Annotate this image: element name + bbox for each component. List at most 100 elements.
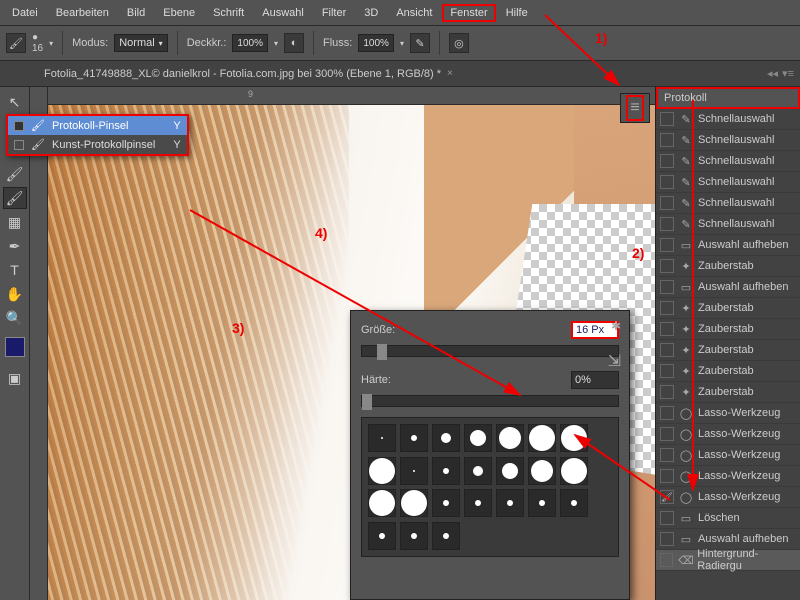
brush-preset[interactable] — [464, 489, 492, 517]
brush-preset[interactable] — [464, 457, 492, 485]
brush-preset[interactable] — [432, 457, 460, 485]
history-source-checkbox[interactable] — [660, 196, 674, 210]
history-source-checkbox[interactable] — [660, 112, 674, 126]
brush-preset[interactable] — [464, 424, 492, 452]
brush-preset[interactable] — [496, 489, 524, 517]
brush-preset[interactable] — [368, 522, 396, 550]
foreground-color-swatch[interactable] — [5, 337, 25, 357]
brush-preset[interactable] — [400, 489, 428, 517]
brush-preset[interactable] — [528, 489, 556, 517]
menu-bild[interactable]: Bild — [119, 4, 153, 22]
history-source-checkbox[interactable] — [660, 301, 674, 315]
resize-arrow-icon[interactable]: ⇲ — [608, 351, 621, 371]
pen-tool[interactable]: ✒ — [3, 235, 27, 257]
history-row[interactable]: ✎ Schnellauswahl — [656, 214, 800, 235]
history-row[interactable]: ✎ Schnellauswahl — [656, 109, 800, 130]
history-row[interactable]: ✦ Zauberstab — [656, 319, 800, 340]
history-source-checkbox[interactable] — [660, 448, 674, 462]
brush-preset[interactable] — [560, 424, 588, 452]
brush-size-slider[interactable] — [361, 345, 619, 357]
brush-preset[interactable] — [400, 457, 428, 485]
history-row[interactable]: ✎ Schnellauswahl — [656, 172, 800, 193]
gradient-tool[interactable]: ▦ — [3, 211, 27, 233]
brush-hardness-slider[interactable] — [361, 395, 619, 407]
flow-field[interactable]: 100% — [358, 34, 394, 52]
menu-schrift[interactable]: Schrift — [205, 4, 252, 22]
history-source-checkbox[interactable] — [660, 133, 674, 147]
history-source-checkbox[interactable] — [660, 364, 674, 378]
quick-mask-icon[interactable]: ▣ — [3, 367, 27, 389]
history-row[interactable]: ◯ Lasso-Werkzeug — [656, 403, 800, 424]
menu-datei[interactable]: Datei — [4, 4, 46, 22]
menu-auswahl[interactable]: Auswahl — [254, 4, 312, 22]
history-row[interactable]: ⌫ Hintergrund-Radiergu — [656, 550, 800, 571]
flyout-item-protokoll-pinsel[interactable]: 🖌 Protokoll-Pinsel Y — [8, 116, 187, 135]
move-tool[interactable]: ↖ — [3, 91, 27, 113]
brush-preset[interactable] — [432, 424, 460, 452]
history-row[interactable]: ✎ Schnellauswahl — [656, 130, 800, 151]
brush-size-preview[interactable]: ●16 — [32, 32, 43, 54]
history-row[interactable]: ▭ Auswahl aufheben — [656, 529, 800, 550]
collapsed-panel-icon[interactable]: ≡ — [620, 93, 650, 123]
menu-3d[interactable]: 3D — [356, 4, 386, 22]
history-row[interactable]: ✦ Zauberstab — [656, 382, 800, 403]
tab-menu-icon[interactable]: ▾≡ — [782, 67, 794, 80]
history-source-checkbox[interactable] — [660, 511, 674, 525]
history-source-checkbox[interactable] — [660, 553, 673, 567]
brush-preset[interactable] — [400, 522, 428, 550]
document-tab[interactable]: Fotolia_41749888_XL© danielkrol - Fotoli… — [36, 64, 461, 84]
gear-icon[interactable]: ✱ — [611, 319, 621, 333]
brush-preset[interactable] — [496, 424, 524, 452]
history-row[interactable]: ◯ Lasso-Werkzeug — [656, 487, 800, 508]
menu-hilfe[interactable]: Hilfe — [498, 4, 536, 22]
brush-tool[interactable]: 🖌 — [3, 163, 27, 185]
history-source-checkbox[interactable] — [660, 322, 674, 336]
menu-bearbeiten[interactable]: Bearbeiten — [48, 4, 117, 22]
history-row[interactable]: ✦ Zauberstab — [656, 256, 800, 277]
history-source-checkbox[interactable] — [660, 175, 674, 189]
brush-preset[interactable] — [528, 424, 556, 452]
history-source-checkbox[interactable] — [660, 469, 674, 483]
history-panel-title[interactable]: Protokoll — [656, 87, 800, 109]
history-row[interactable]: ◯ Lasso-Werkzeug — [656, 424, 800, 445]
brush-preset[interactable] — [528, 457, 556, 485]
history-source-checkbox[interactable] — [660, 259, 674, 273]
brush-hardness-field[interactable]: 0% — [571, 371, 619, 389]
history-source-checkbox[interactable] — [660, 385, 674, 399]
history-row[interactable]: ✎ Schnellauswahl — [656, 193, 800, 214]
menu-fenster[interactable]: Fenster — [442, 4, 495, 22]
history-source-checkbox[interactable] — [660, 490, 674, 504]
brush-preset[interactable] — [368, 424, 396, 452]
close-icon[interactable]: × — [447, 68, 453, 79]
history-source-checkbox[interactable] — [660, 532, 674, 546]
menu-ebene[interactable]: Ebene — [155, 4, 203, 22]
history-row[interactable]: ✦ Zauberstab — [656, 361, 800, 382]
history-source-checkbox[interactable] — [660, 154, 674, 168]
airbrush-icon[interactable]: ✎ — [410, 33, 430, 53]
history-source-checkbox[interactable] — [660, 406, 674, 420]
history-row[interactable]: ▭ Löschen — [656, 508, 800, 529]
history-source-checkbox[interactable] — [660, 217, 674, 231]
menu-filter[interactable]: Filter — [314, 4, 354, 22]
tab-scroll-left-icon[interactable]: ◂◂ — [767, 67, 778, 80]
history-row[interactable]: ✎ Schnellauswahl — [656, 151, 800, 172]
brush-preset[interactable] — [400, 424, 428, 452]
brush-preset[interactable] — [432, 489, 460, 517]
brush-preset[interactable] — [496, 457, 524, 485]
history-row[interactable]: ✦ Zauberstab — [656, 340, 800, 361]
brush-preset[interactable] — [560, 457, 588, 485]
history-row[interactable]: ✦ Zauberstab — [656, 298, 800, 319]
history-source-checkbox[interactable] — [660, 343, 674, 357]
brush-preset[interactable] — [368, 489, 396, 517]
history-source-checkbox[interactable] — [660, 427, 674, 441]
brush-preset[interactable] — [432, 522, 460, 550]
mode-select[interactable]: Normal▾ — [114, 34, 167, 52]
history-source-checkbox[interactable] — [660, 280, 674, 294]
history-brush-tool[interactable]: 🖌 — [3, 187, 27, 209]
pressure-size-icon[interactable]: ◎ — [449, 33, 469, 53]
hand-tool[interactable]: ✋ — [3, 283, 27, 305]
pressure-opacity-icon[interactable]: ◐ — [284, 33, 304, 53]
brush-preset[interactable] — [368, 457, 396, 485]
flyout-item-kunst-protokollpinsel[interactable]: 🖌 Kunst-Protokollpinsel Y — [8, 135, 187, 154]
tool-preset-icon[interactable]: 🖌 — [6, 33, 26, 53]
